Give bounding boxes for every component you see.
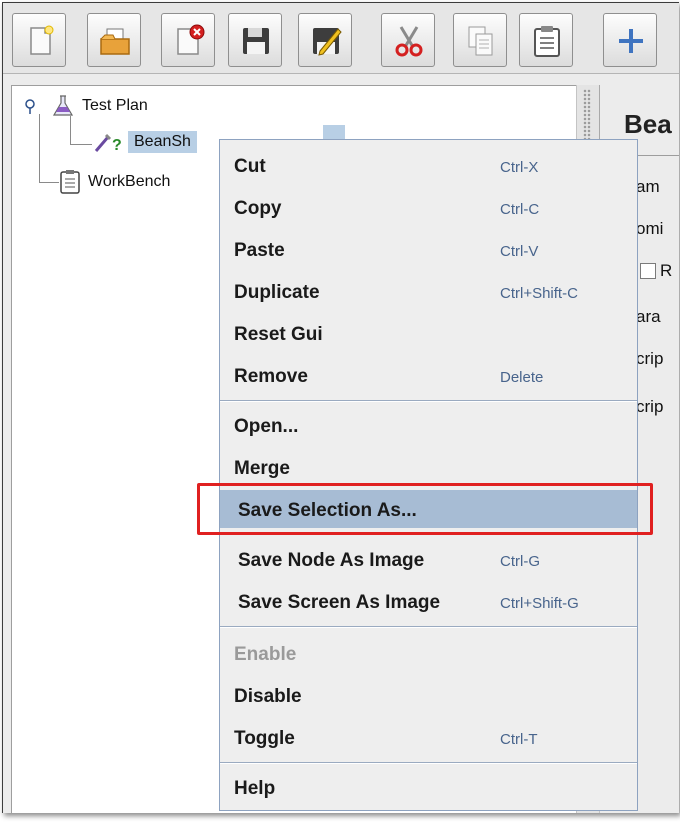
menu-item-duplicate[interactable]: Duplicate Ctrl+Shift-C [220, 272, 637, 310]
svg-text:?: ? [112, 137, 122, 153]
menu-item-remove[interactable]: Remove Delete [220, 356, 637, 394]
menu-item-copy[interactable]: Copy Ctrl-C [220, 188, 637, 226]
name-label: am [636, 177, 660, 196]
open-button[interactable] [87, 13, 141, 67]
tree-node-workbench[interactable]: WorkBench [58, 170, 170, 194]
menu-item-reset-gui[interactable]: Reset Gui [220, 314, 637, 352]
clipboard-icon [60, 170, 80, 194]
cut-icon [395, 26, 423, 57]
copy-icon [468, 26, 493, 56]
new-icon [30, 25, 54, 55]
menu-item-toggle[interactable]: Toggle Ctrl-T [220, 718, 637, 756]
beanshell-sampler-icon: ? [94, 133, 122, 153]
expand-icon [619, 29, 643, 53]
menu-separator [220, 400, 637, 402]
close-icon [177, 24, 205, 55]
toolbar [3, 3, 679, 74]
context-menu: Cut Ctrl-X Copy Ctrl-C Paste Ctrl-V Dupl… [219, 139, 638, 811]
panel-title: Bea [624, 109, 672, 139]
close-button[interactable] [161, 13, 215, 67]
menu-item-paste[interactable]: Paste Ctrl-V [220, 230, 637, 268]
tree-connector [70, 116, 71, 144]
flask-icon [52, 95, 74, 116]
tree-label: BeanSh [128, 131, 197, 153]
save-icon [243, 28, 269, 54]
tree-label: WorkBench [88, 173, 171, 190]
expand-button[interactable] [603, 13, 657, 67]
menu-item-save-node-as-image[interactable]: Save Node As Image Ctrl-G [220, 540, 637, 578]
tree-node-beanshell[interactable]: ? BeanSh [94, 130, 197, 154]
paste-button[interactable] [519, 13, 573, 67]
edit-icon [313, 28, 342, 56]
tree-connector [39, 182, 59, 183]
tree-connector [70, 144, 92, 145]
highlight-callout [197, 483, 653, 535]
divider-grip-icon[interactable] [583, 89, 591, 139]
tree-connector [39, 114, 40, 182]
tree-node-test-plan[interactable]: Test Plan [24, 94, 148, 118]
menu-item-help[interactable]: Help [220, 768, 637, 806]
menu-item-save-screen-as-image[interactable]: Save Screen As Image Ctrl+Shift-G [220, 582, 637, 620]
paste-icon [534, 26, 560, 57]
open-icon [100, 28, 130, 55]
script-label: crip [636, 397, 664, 416]
new-button[interactable] [12, 13, 66, 67]
application-window: Test Plan ? BeanSh WorkBench Bea am omi … [2, 2, 679, 813]
menu-item-enable: Enable [234, 644, 297, 665]
menu-item-open[interactable]: Open... [220, 406, 637, 444]
expand-handle-icon[interactable] [24, 98, 40, 114]
parameters-label: ara [636, 307, 661, 326]
reset-label: R [660, 261, 673, 280]
menu-separator [220, 762, 637, 764]
menu-item-cut[interactable]: Cut Ctrl-X [220, 146, 637, 184]
menu-item-merge[interactable]: Merge [220, 448, 637, 486]
save-as-button[interactable] [298, 13, 352, 67]
reset-checkbox[interactable] [640, 263, 656, 279]
save-button[interactable] [228, 13, 282, 67]
comments-label: omi [636, 219, 664, 238]
menu-item-disable[interactable]: Disable [220, 676, 637, 714]
script-file-label: crip [636, 349, 664, 368]
copy-button[interactable] [453, 13, 507, 67]
menu-separator [220, 626, 637, 628]
cut-button[interactable] [381, 13, 435, 67]
tree-label: Test Plan [82, 97, 148, 114]
